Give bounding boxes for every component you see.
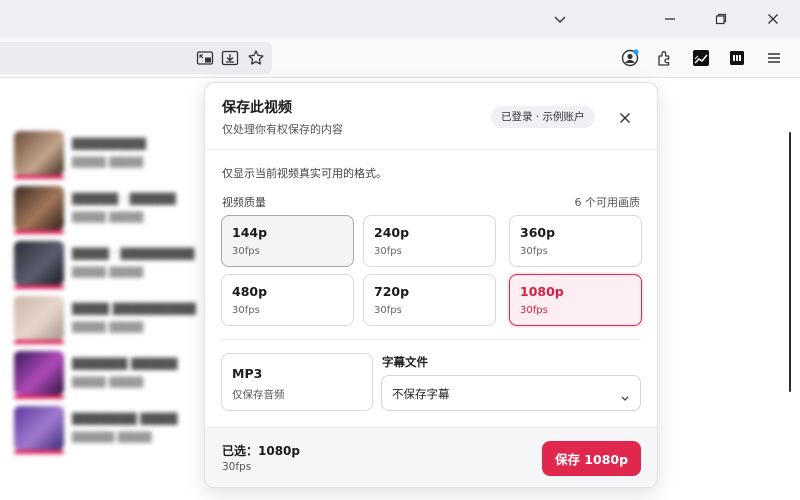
restore-icon[interactable] xyxy=(708,6,734,32)
selected-quality-summary: 已选：1080p xyxy=(222,444,300,458)
blurred-video-item: ▇▇▇▇ ▇▇▇▇▇▇▇▇▇ ▇▇▇▇ ▇▇▇▇ xyxy=(14,296,196,344)
download-icon[interactable] xyxy=(218,46,242,70)
quality-option-1080p[interactable]: 1080p 30fps xyxy=(509,274,642,326)
quality-option-480p[interactable]: 480p 30fps xyxy=(221,274,354,326)
subtitle-select[interactable]: 不保存字幕 xyxy=(381,375,641,411)
selected-fps: 30fps xyxy=(222,461,252,473)
browser-titlebar xyxy=(0,0,800,38)
extensions-icon[interactable] xyxy=(653,46,677,70)
bookmark-star-icon[interactable] xyxy=(244,46,268,70)
extension-calendar-icon[interactable] xyxy=(725,46,749,70)
popup-footer: 已选：1080p 30fps 保存 1080p xyxy=(205,427,657,487)
quality-count: 6 个可用画质 xyxy=(574,196,641,209)
quality-label: 视频质量 xyxy=(222,196,266,209)
picture-in-picture-icon[interactable] xyxy=(193,46,217,70)
page-scrollbar[interactable] xyxy=(789,132,791,392)
options-divider xyxy=(221,339,641,340)
mp3-audio-option[interactable]: MP3 仅保存音频 xyxy=(221,353,373,411)
format-note: 仅显示当前视频真实可用的格式。 xyxy=(222,167,387,180)
blurred-video-item: ▇▇▇▇▇▇ ▇▇▇▇▇ ▇▇▇▇ ▇▇▇▇ xyxy=(14,351,194,399)
quality-option-240p[interactable]: 240p 30fps xyxy=(363,215,496,267)
blurred-video-item: ▇▇▇▇ · ▇▇▇▇▇▇▇▇ ▇▇▇▇ ▇▇▇▇ xyxy=(14,241,194,289)
chevron-down-icon xyxy=(620,388,630,401)
blurred-video-item: ▇▇▇▇▇▇▇ ▇▇▇▇ ▇▇▇▇▇ ▇▇▇▇ xyxy=(14,406,194,454)
tab-list-chevron-down-icon[interactable] xyxy=(547,6,573,32)
save-video-popup: 保存此视频 仅处理你有权保存的内容 已登录 · 示例账户 仅显示当前视频真实可用… xyxy=(204,82,658,488)
account-icon[interactable] xyxy=(618,46,642,70)
close-icon[interactable] xyxy=(615,108,635,128)
browser-toolbar xyxy=(0,38,800,78)
extension-chart-icon[interactable] xyxy=(689,46,713,70)
blurred-video-item: ▇▇▇▇▇ · ▇▇▇▇▇ ▇▇▇▇ ▇▇▇▇ xyxy=(14,186,194,234)
minimize-icon[interactable] xyxy=(657,6,683,32)
quality-option-360p[interactable]: 360p 30fps xyxy=(509,215,642,267)
save-button[interactable]: 保存 1080p xyxy=(542,441,641,476)
header-divider xyxy=(205,149,657,150)
quality-option-144p[interactable]: 144p 30fps xyxy=(221,215,354,267)
menu-icon[interactable] xyxy=(762,46,786,70)
subtitle-file-label: 字幕文件 xyxy=(382,355,428,369)
quality-option-720p[interactable]: 720p 30fps xyxy=(363,274,496,326)
account-badge: 已登录 · 示例账户 xyxy=(491,106,595,128)
popup-subtitle: 仅处理你有权保存的内容 xyxy=(222,123,343,136)
window-close-icon[interactable] xyxy=(760,6,786,32)
blurred-video-item: ▇▇▇▇▇▇▇▇ ▇▇▇▇ ▇▇▇▇ xyxy=(14,131,194,179)
popup-title: 保存此视频 xyxy=(222,100,292,116)
